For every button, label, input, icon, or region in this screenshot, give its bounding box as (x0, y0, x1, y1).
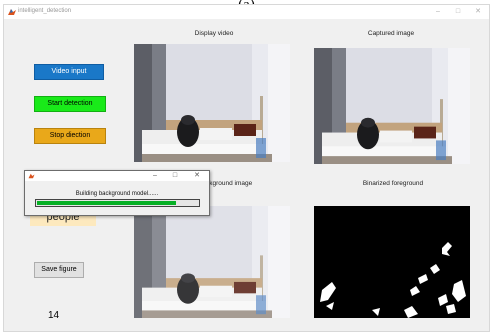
captured-image-title: Captured image (367, 30, 415, 37)
matlab-icon (8, 9, 16, 15)
minimize-icon[interactable]: – (147, 171, 163, 181)
start-detection-button[interactable]: Start detection (34, 96, 106, 112)
maximize-icon[interactable]: □ (167, 171, 183, 181)
background-image-title: ckground image (206, 180, 253, 187)
window-title: intelligent_detection (18, 8, 72, 14)
binarized-foreground-title: Binarized foreground (362, 180, 424, 187)
background-image-frame (134, 206, 290, 318)
captured-image-frame (314, 48, 470, 164)
dialog-title-bar: – □ ✕ (25, 171, 209, 181)
close-icon[interactable]: ✕ (189, 171, 205, 181)
binarized-foreground-frame (314, 206, 470, 318)
dialog-message: Building background model...... (75, 191, 159, 197)
people-counter: 14 (48, 310, 60, 321)
progress-fill (37, 201, 176, 205)
save-figure-button[interactable]: Save figure (34, 262, 84, 278)
close-icon[interactable]: ✕ (468, 7, 488, 17)
display-video-title: Display video (194, 30, 234, 37)
display-video-frame (134, 44, 290, 162)
minimize-icon[interactable]: – (428, 7, 448, 17)
progress-bar (35, 199, 200, 207)
maximize-icon[interactable]: □ (448, 7, 468, 17)
progress-dialog: – □ ✕ Building background model...... (24, 170, 210, 216)
matlab-icon (28, 173, 35, 179)
video-input-button[interactable]: Video input (34, 64, 104, 80)
stop-detection-button[interactable]: Stop diection (34, 128, 106, 144)
title-bar: intelligent_detection – □ ✕ (4, 5, 489, 19)
